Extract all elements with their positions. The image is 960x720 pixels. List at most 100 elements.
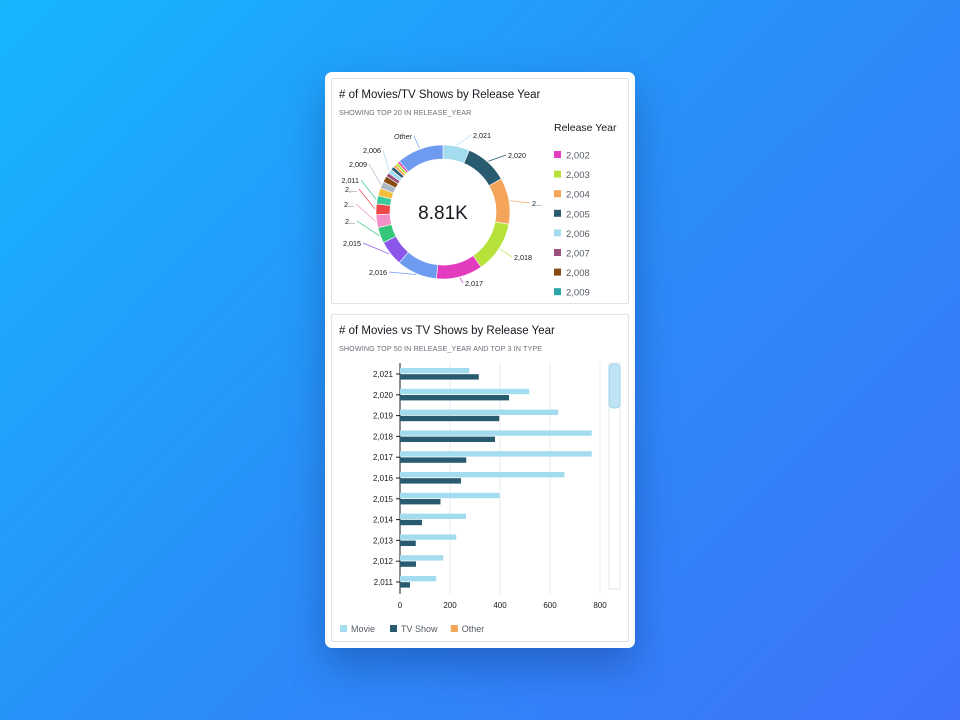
callout-label: 2...: [345, 217, 355, 226]
callout-line: [456, 134, 472, 146]
legend-swatch: [450, 625, 458, 632]
legend-label: Other: [462, 624, 485, 634]
legend-item-movie[interactable]: Movie: [340, 624, 375, 634]
bar-movie-2018[interactable]: [400, 430, 592, 436]
callout-line: [382, 149, 390, 171]
y-tick-label: 2,015: [373, 495, 394, 504]
legend-swatch: [554, 190, 561, 198]
callout-label: 2,...: [345, 185, 357, 194]
bar-chart-card: # of Movies vs TV Shows by Release Year …: [331, 314, 629, 642]
y-tick-label: 2,019: [373, 412, 394, 421]
x-tick-label: 200: [443, 601, 457, 610]
bar-movie-2013[interactable]: [400, 534, 457, 540]
legend-label: 2,005: [566, 209, 590, 220]
donut-chart[interactable]: 2,021 2,020 2... 2,018 2,017 2,016 2,015 2... 2.…: [332, 79, 630, 305]
bar-tv-show-2021[interactable]: [400, 374, 479, 380]
y-tick-label: 2,021: [373, 370, 394, 379]
dashboard-panel: # of Movies/TV Shows by Release Year SHO…: [325, 72, 635, 648]
callout-line: [510, 200, 531, 204]
bar-tv-show-2019[interactable]: [400, 415, 500, 422]
callout-line: [356, 220, 380, 236]
x-tick-label: 600: [543, 601, 557, 610]
legend-item-tv-show[interactable]: TV Show: [390, 624, 438, 634]
bar-movie-2021[interactable]: [400, 368, 470, 374]
callout-label: 2...: [344, 200, 354, 209]
bar-chart[interactable]: 2,021 2,020 2,019 2,018 2,017 2,016 2,015 2,014…: [332, 315, 630, 643]
donut-slice-2019[interactable]: [488, 178, 511, 225]
callout-line: [368, 163, 382, 185]
callout-line: [413, 135, 420, 149]
y-tick-label: 2,017: [373, 453, 394, 462]
bar-movie-2011[interactable]: [400, 576, 437, 582]
callout-line: [358, 188, 376, 210]
y-tick-label: 2,011: [374, 578, 394, 587]
legend-swatch: [554, 151, 561, 158]
bar-movie-2015[interactable]: [400, 492, 500, 499]
x-tick-label: 400: [493, 601, 507, 610]
x-tick-label: 800: [593, 601, 607, 610]
donut-slice-2017[interactable]: [436, 255, 482, 280]
callout-line: [488, 154, 507, 162]
callout-label: 2,018: [514, 253, 532, 262]
legend-label: 2,006: [566, 229, 590, 240]
callout-label: 2...: [532, 199, 542, 208]
bar-tv-show-2015[interactable]: [400, 499, 441, 505]
bar-movie-2017[interactable]: [400, 451, 592, 457]
bar-movie-2020[interactable]: [400, 388, 530, 395]
callout-label: 2,015: [343, 239, 361, 248]
donut-slice-Other[interactable]: [398, 144, 444, 173]
callout-label: Other: [394, 132, 413, 141]
legend-item-2005[interactable]: 2,005: [554, 209, 590, 220]
legend-label: 2,008: [566, 268, 590, 279]
y-tick-label: 2,016: [373, 474, 394, 483]
legend-item-2009[interactable]: 2,009: [554, 288, 590, 299]
y-tick-label: 2,012: [373, 557, 394, 566]
legend-label: 2,002: [566, 151, 590, 162]
legend-swatch: [340, 625, 347, 632]
legend-swatch: [554, 209, 561, 217]
callout-line: [388, 271, 417, 275]
bar-tv-show-2018[interactable]: [400, 436, 495, 442]
bar-legend: Movie TV Show Other: [340, 624, 484, 634]
callout-line: [360, 179, 377, 200]
scrollbar-handle[interactable]: [608, 363, 621, 409]
callout-label: 2,020: [508, 151, 526, 160]
donut-legend: 2,002 2,003 2,004 2,005 2,006 2,007 2,008 2,009: [554, 151, 590, 299]
callout-label: 2,006: [363, 146, 381, 155]
bar-tv-show-2014[interactable]: [400, 519, 422, 526]
donut-slice-2020[interactable]: [463, 149, 502, 187]
bar-movie-2014[interactable]: [400, 513, 466, 519]
bar-tv-show-2020[interactable]: [400, 395, 509, 401]
legend-item-2008[interactable]: 2,008: [554, 268, 590, 279]
legend-item-2007[interactable]: 2,007: [554, 249, 590, 260]
legend-title: Release Year: [554, 122, 617, 134]
legend-label: 2,003: [566, 170, 590, 181]
bar-tv-show-2017[interactable]: [400, 457, 467, 463]
callout-label: 2,016: [369, 268, 387, 277]
legend-item-2004[interactable]: 2,004: [554, 190, 590, 201]
bar-tv-show-2013[interactable]: [400, 540, 416, 546]
y-tick-label: 2,020: [373, 391, 394, 400]
legend-label: Movie: [351, 624, 375, 634]
legend-swatch: [554, 288, 561, 296]
callout-label: 2,017: [465, 279, 483, 288]
bar-movie-2016[interactable]: [400, 472, 565, 478]
legend-swatch: [554, 268, 561, 276]
legend-item-other[interactable]: Other: [450, 624, 485, 634]
legend-item-2002[interactable]: 2,002: [554, 151, 590, 162]
bar-tv-show-2016[interactable]: [400, 478, 461, 484]
legend-swatch: [390, 625, 397, 632]
legend-item-2006[interactable]: 2,006: [554, 229, 590, 240]
callout-line: [459, 277, 464, 284]
donut-slice-2018[interactable]: [472, 221, 510, 268]
bar-tv-show-2011[interactable]: [400, 582, 410, 588]
callout-line: [499, 248, 513, 258]
bar-movie-2019[interactable]: [400, 409, 559, 415]
legend-item-2003[interactable]: 2,003: [554, 170, 590, 181]
bar-movie-2012[interactable]: [400, 555, 444, 561]
y-tick-label: 2,018: [373, 432, 394, 441]
callout-label: 2,021: [473, 131, 491, 140]
bar-tv-show-2012[interactable]: [400, 561, 416, 567]
legend-label: 2,007: [566, 249, 590, 260]
legend-label: 2,004: [566, 190, 590, 201]
